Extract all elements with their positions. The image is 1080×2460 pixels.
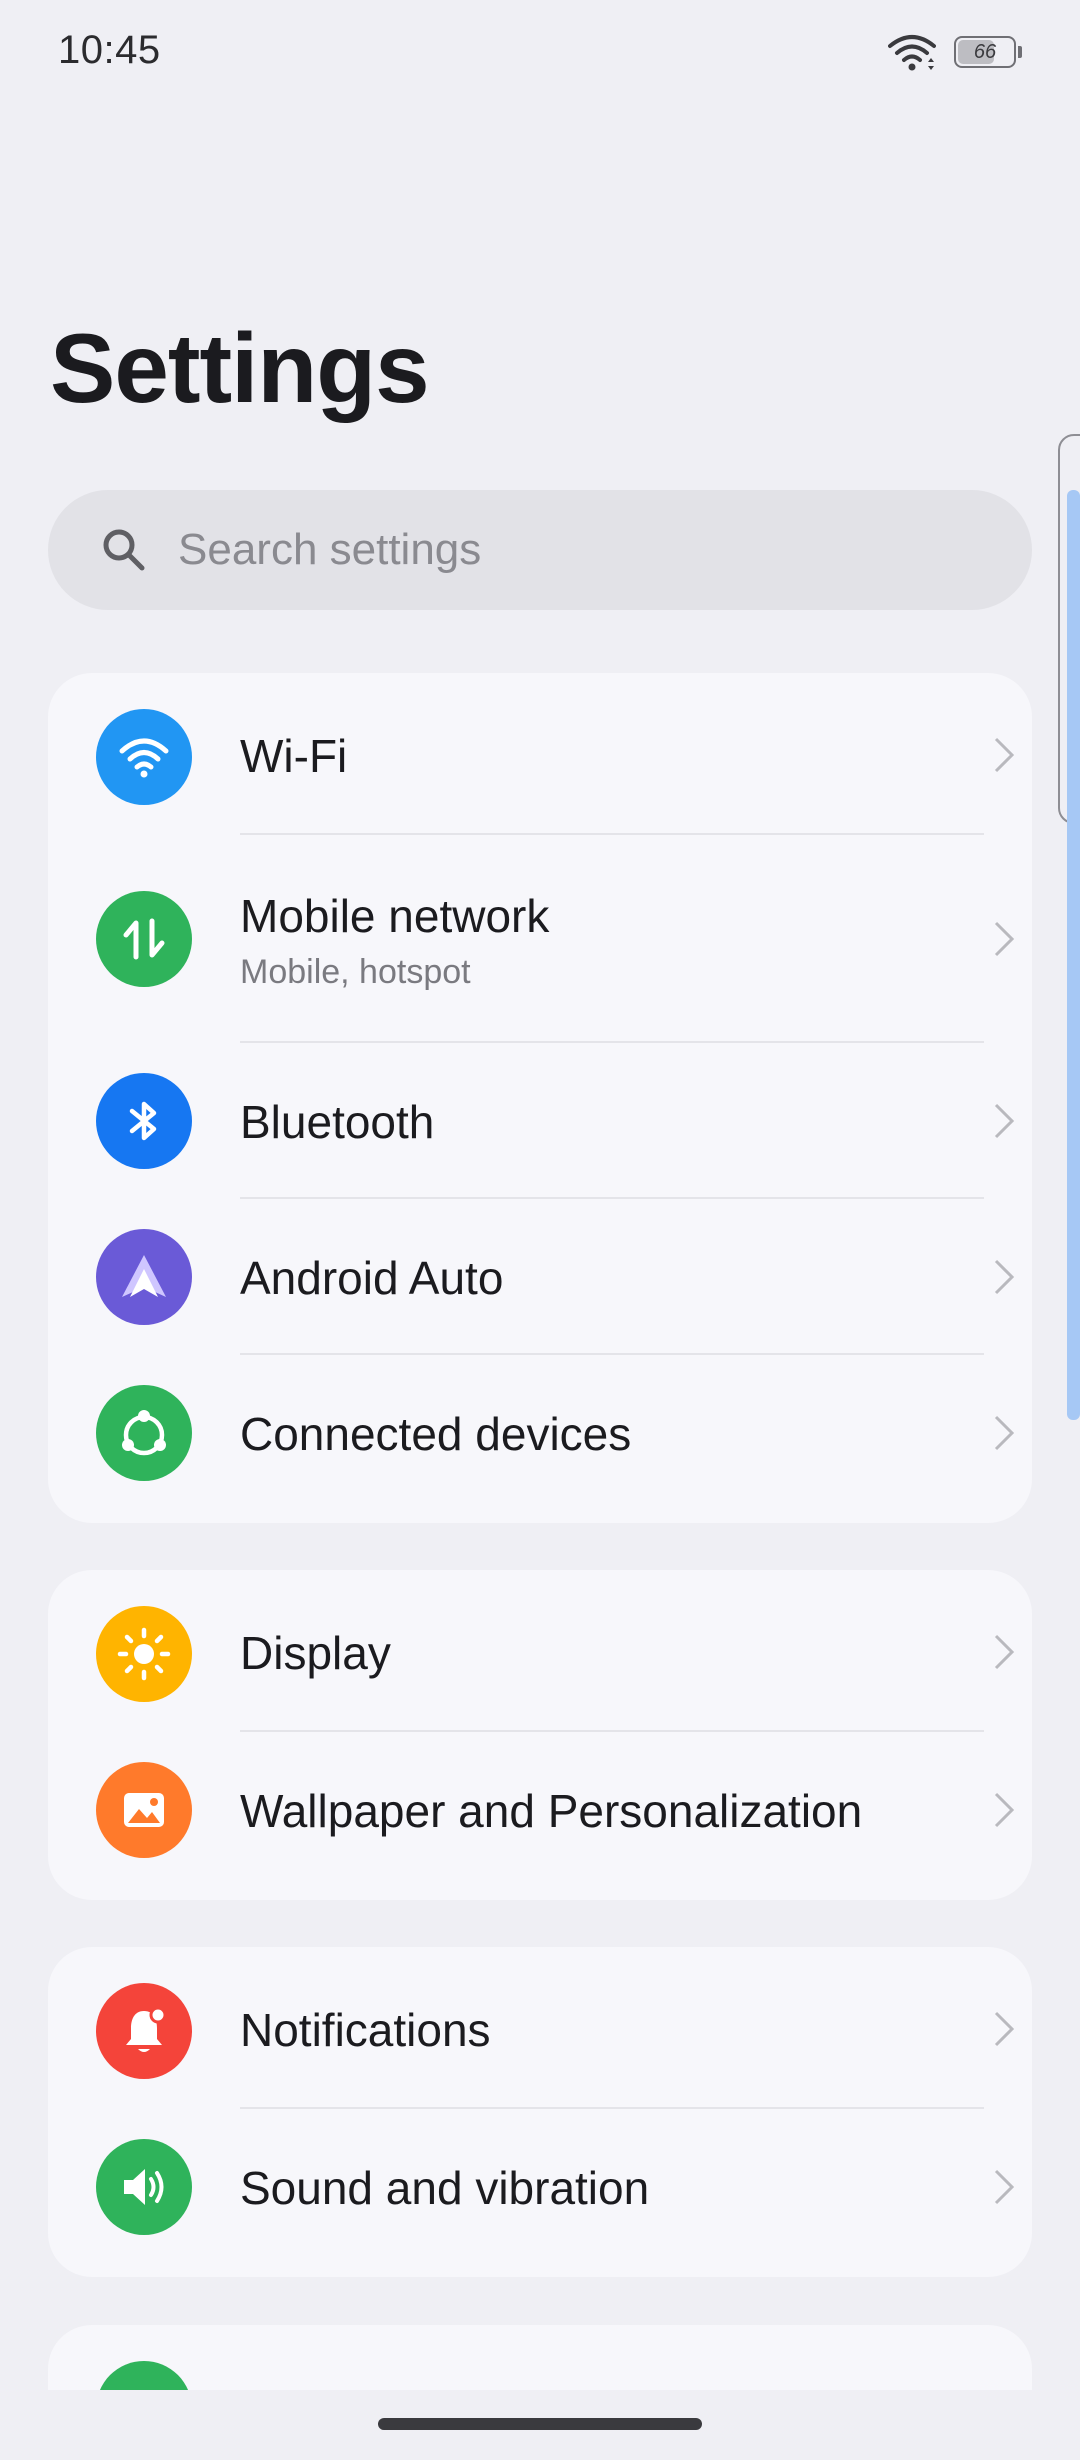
settings-item-label: Display xyxy=(240,1627,391,1679)
settings-screen: 10:45 66 Settings Search settings Wi-Fi … xyxy=(0,0,1080,2460)
settings-item-label: Mobile network xyxy=(240,890,550,942)
settings-item-label: Android Auto xyxy=(240,1252,504,1304)
settings-item-connected-devices[interactable]: Connected devices xyxy=(48,1355,1032,1523)
settings-item-label: Wallpaper and Personalization xyxy=(240,1785,863,1837)
status-time: 10:45 xyxy=(58,28,161,72)
chevron-right-icon xyxy=(994,1415,1015,1451)
settings-item-label: Connected devices xyxy=(240,1408,632,1460)
bluetooth-icon xyxy=(96,1073,192,1169)
settings-item-label: Sound and vibration xyxy=(240,2162,650,2214)
settings-item-wifi[interactable]: Wi-Fi xyxy=(48,673,1032,835)
search-input[interactable] xyxy=(178,490,998,610)
chevron-right-icon xyxy=(994,1103,1015,1139)
settings-item-display[interactable]: Display xyxy=(48,1570,1032,1732)
search-icon xyxy=(103,529,145,571)
settings-item-bluetooth[interactable]: Bluetooth xyxy=(48,1043,1032,1199)
settings-item-android-auto[interactable]: Android Auto xyxy=(48,1199,1032,1355)
search-bar[interactable] xyxy=(48,490,1032,610)
sun-icon xyxy=(96,1606,192,1702)
image-icon xyxy=(96,1762,192,1858)
scrollbar[interactable] xyxy=(1067,490,1080,1420)
status-bar: 10:45 66 xyxy=(0,0,1080,110)
mobile-data-icon xyxy=(96,891,192,987)
settings-item-mobile-network[interactable]: Mobile network Mobile, hotspot xyxy=(48,835,1032,1043)
wifi-status-icon xyxy=(888,35,936,71)
wifi-icon xyxy=(96,709,192,805)
chevron-right-icon xyxy=(994,921,1015,957)
home-indicator[interactable] xyxy=(378,2418,702,2430)
chevron-right-icon xyxy=(994,1634,1015,1670)
battery-cap xyxy=(1018,46,1022,58)
chevron-right-icon xyxy=(994,737,1015,773)
battery-indicator: 66 xyxy=(954,36,1022,68)
settings-group-connectivity: Wi-Fi Mobile network Mobile, hotspot Blu… xyxy=(48,673,1032,1523)
speaker-icon xyxy=(96,2139,192,2235)
settings-item-label: Bluetooth xyxy=(240,1096,435,1148)
settings-item-sublabel: Mobile, hotspot xyxy=(240,953,471,991)
settings-item-notifications[interactable]: Notifications xyxy=(48,1947,1032,2109)
android-auto-icon xyxy=(96,1229,192,1325)
chevron-right-icon xyxy=(994,1259,1015,1295)
settings-item-label: Wi-Fi xyxy=(240,730,348,782)
settings-item-wallpaper[interactable]: Wallpaper and Personalization xyxy=(48,1732,1032,1900)
settings-group-notifications: Notifications Sound and vibration xyxy=(48,1947,1032,2277)
chevron-right-icon xyxy=(994,2011,1015,2047)
bell-icon xyxy=(96,1983,192,2079)
settings-item-sound[interactable]: Sound and vibration xyxy=(48,2109,1032,2277)
battery-level: 66 xyxy=(973,41,997,63)
chevron-right-icon xyxy=(994,2169,1015,2205)
settings-item-label: Notifications xyxy=(240,2004,491,2056)
page-title: Settings xyxy=(50,313,430,423)
chevron-right-icon xyxy=(994,1792,1015,1828)
connected-devices-icon xyxy=(96,1385,192,1481)
settings-group-display: Display Wallpaper and Personalization xyxy=(48,1570,1032,1900)
